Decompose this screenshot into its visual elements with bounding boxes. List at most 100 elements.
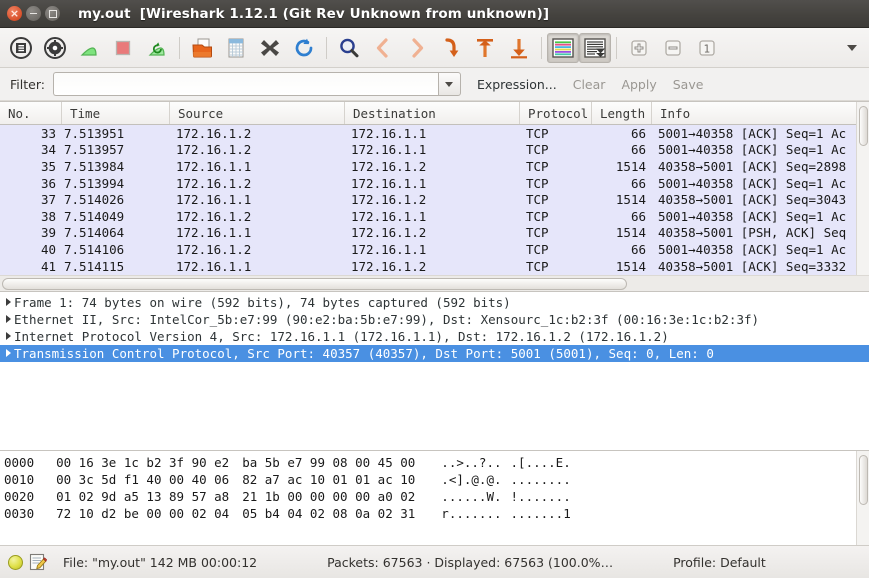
hex-dump-row[interactable]: 001000 3c 5d f1 40 00 40 0682 a7 ac 10 0… — [4, 472, 869, 489]
cell-length: 66 — [592, 126, 652, 141]
open-file-icon[interactable] — [185, 31, 219, 65]
colorize-toggle-icon[interactable] — [547, 33, 579, 63]
go-back-icon[interactable] — [366, 31, 400, 65]
packet-list-vertical-thumb[interactable] — [859, 106, 868, 146]
column-header-no[interactable]: No. — [0, 102, 62, 124]
go-to-last-icon[interactable] — [502, 31, 536, 65]
expand-triangle-icon[interactable] — [3, 298, 14, 306]
window-controls — [0, 6, 60, 21]
hex-ascii-right: !....... — [511, 489, 571, 504]
column-header-source[interactable]: Source — [170, 102, 345, 124]
cell-no: 35 — [0, 159, 62, 174]
packet-list-horizontal-scrollbar[interactable] — [0, 275, 869, 291]
hex-bytes-left: 00 3c 5d f1 40 00 40 06 — [56, 472, 229, 487]
cell-no: 34 — [0, 142, 62, 157]
cell-destination: 172.16.1.2 — [345, 259, 520, 274]
stop-capture-icon[interactable] — [106, 31, 140, 65]
detail-tree-item-label: Transmission Control Protocol, Src Port:… — [14, 346, 714, 361]
filter-clear-button[interactable]: Clear — [573, 77, 606, 92]
filter-combo — [53, 72, 461, 96]
hex-vertical-scrollbar[interactable] — [856, 451, 869, 545]
cell-time: 7.514049 — [62, 209, 170, 224]
table-row[interactable]: 387.514049172.16.1.2172.16.1.1TCP665001→… — [0, 208, 869, 225]
expand-triangle-icon[interactable] — [3, 315, 14, 323]
cell-destination: 172.16.1.2 — [345, 225, 520, 240]
auto-scroll-toggle-icon[interactable] — [579, 33, 611, 63]
cell-protocol: TCP — [520, 225, 592, 240]
table-row[interactable]: 397.514064172.16.1.1172.16.1.2TCP1514403… — [0, 225, 869, 242]
minimize-icon[interactable] — [26, 6, 41, 21]
cell-time: 7.514106 — [62, 242, 170, 257]
hex-dump-row[interactable]: 000000 16 3e 1c b2 3f 90 e2ba 5b e7 99 0… — [4, 455, 869, 472]
hex-bytes-right: 82 a7 ac 10 01 01 ac 10 — [242, 472, 415, 487]
svg-text:1: 1 — [704, 43, 711, 55]
status-file-info: File: "my.out" 142 MB 00:00:12 — [63, 555, 257, 570]
packet-list-vertical-scrollbar[interactable] — [856, 102, 869, 291]
toolbar-overflow-icon[interactable] — [839, 45, 865, 51]
table-row[interactable]: 337.513951172.16.1.2172.16.1.1TCP665001→… — [0, 125, 869, 142]
cell-protocol: TCP — [520, 259, 592, 274]
title-bar: my.out[Wireshark 1.12.1 (Git Rev Unknown… — [0, 0, 869, 28]
packet-details-pane[interactable]: Frame 1: 74 bytes on wire (592 bits), 74… — [0, 291, 869, 450]
hex-bytes-right: 21 1b 00 00 00 00 a0 02 — [242, 489, 415, 504]
packet-list-rows[interactable]: 337.513951172.16.1.2172.16.1.1TCP665001→… — [0, 125, 869, 291]
save-file-icon[interactable] — [219, 31, 253, 65]
cell-destination: 172.16.1.1 — [345, 176, 520, 191]
packet-bytes-pane[interactable]: 000000 16 3e 1c b2 3f 90 e2ba 5b e7 99 0… — [0, 450, 869, 545]
zoom-reset-icon[interactable]: 1 — [690, 31, 724, 65]
table-row[interactable]: 417.514115172.16.1.1172.16.1.2TCP1514403… — [0, 258, 869, 275]
table-row[interactable]: 347.513957172.16.1.2172.16.1.1TCP665001→… — [0, 142, 869, 159]
cell-no: 33 — [0, 126, 62, 141]
cell-source: 172.16.1.2 — [170, 142, 345, 157]
detail-tree-item[interactable]: Transmission Control Protocol, Src Port:… — [0, 345, 869, 362]
detail-tree-item[interactable]: Ethernet II, Src: IntelCor_5b:e7:99 (90:… — [0, 311, 869, 328]
expand-triangle-icon[interactable] — [3, 349, 14, 357]
hex-vertical-thumb[interactable] — [859, 455, 868, 505]
filter-apply-button[interactable]: Apply — [621, 77, 656, 92]
column-header-length[interactable]: Length — [592, 102, 652, 124]
go-forward-icon[interactable] — [400, 31, 434, 65]
cell-time: 7.513984 — [62, 159, 170, 174]
hex-dump-row[interactable]: 003072 10 d2 be 00 00 02 0405 b4 04 02 0… — [4, 506, 869, 523]
go-to-first-icon[interactable] — [468, 31, 502, 65]
interface-list-icon[interactable] — [4, 31, 38, 65]
cell-protocol: TCP — [520, 176, 592, 191]
column-header-info[interactable]: Info — [652, 102, 869, 124]
reload-icon[interactable] — [287, 31, 321, 65]
find-packet-icon[interactable] — [332, 31, 366, 65]
capture-options-icon[interactable] — [38, 31, 72, 65]
column-header-protocol[interactable]: Protocol — [520, 102, 592, 124]
table-row[interactable]: 367.513994172.16.1.2172.16.1.1TCP665001→… — [0, 175, 869, 192]
table-row[interactable]: 377.514026172.16.1.1172.16.1.2TCP1514403… — [0, 191, 869, 208]
capture-comment-icon[interactable] — [29, 553, 47, 571]
cell-length: 66 — [592, 242, 652, 257]
cell-no: 40 — [0, 242, 62, 257]
status-profile-info[interactable]: Profile: Default — [673, 555, 766, 570]
hex-dump-rows: 000000 16 3e 1c b2 3f 90 e2ba 5b e7 99 0… — [4, 455, 869, 523]
column-header-time[interactable]: Time — [62, 102, 170, 124]
expand-triangle-icon[interactable] — [3, 332, 14, 340]
filter-history-dropdown[interactable] — [438, 72, 461, 96]
column-header-destination[interactable]: Destination — [345, 102, 520, 124]
packet-list-horizontal-thumb[interactable] — [2, 278, 627, 290]
toolbar-separator-3 — [541, 37, 542, 59]
detail-tree-item[interactable]: Frame 1: 74 bytes on wire (592 bits), 74… — [0, 294, 869, 311]
go-to-packet-icon[interactable] — [434, 31, 468, 65]
close-icon[interactable] — [7, 6, 22, 21]
zoom-out-icon[interactable] — [656, 31, 690, 65]
expert-info-icon[interactable] — [8, 555, 23, 570]
cell-destination: 172.16.1.1 — [345, 209, 520, 224]
cell-no: 41 — [0, 259, 62, 274]
zoom-in-icon[interactable] — [622, 31, 656, 65]
filter-save-button[interactable]: Save — [673, 77, 704, 92]
close-file-icon[interactable] — [253, 31, 287, 65]
restart-capture-icon[interactable] — [140, 31, 174, 65]
table-row[interactable]: 407.514106172.16.1.2172.16.1.1TCP665001→… — [0, 241, 869, 258]
hex-dump-row[interactable]: 002001 02 9d a5 13 89 57 a821 1b 00 00 0… — [4, 489, 869, 506]
filter-expression-button[interactable]: Expression... — [477, 77, 557, 92]
detail-tree-item[interactable]: Internet Protocol Version 4, Src: 172.16… — [0, 328, 869, 345]
table-row[interactable]: 357.513984172.16.1.1172.16.1.2TCP1514403… — [0, 158, 869, 175]
filter-input[interactable] — [53, 72, 438, 96]
maximize-icon[interactable] — [45, 6, 60, 21]
start-capture-icon[interactable] — [72, 31, 106, 65]
